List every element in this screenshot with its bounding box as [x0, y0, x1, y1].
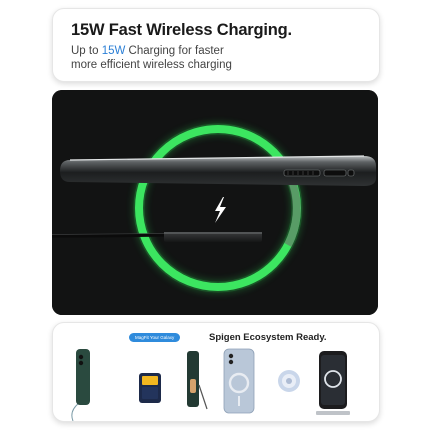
magfit-badge: MagFit Your Galaxy [129, 333, 181, 342]
phone-case-lanyard-icon [71, 349, 90, 421]
magnetic-ring-mount-icon [278, 370, 300, 392]
subtitle-text: Up to [71, 45, 102, 57]
wattage-highlight: 15W [101, 45, 126, 57]
feature-subtitle: Up to 15W Charging for faster more effic… [71, 45, 321, 72]
wireless-charger-phone-icon [316, 351, 350, 415]
subtitle-line-2: more efficient wireless charging [71, 58, 232, 71]
subtitle-text-2: Charging for faster [125, 45, 224, 57]
feature-title: 15W Fast Wireless Charging. [71, 21, 292, 39]
wallet-card-holder-icon [139, 373, 161, 403]
charging-hero-image [52, 90, 378, 315]
ecosystem-products [71, 348, 350, 421]
ecosystem-card: MagFit Your Galaxy Spigen Ecosystem Read… [52, 322, 380, 422]
charging-illustration [52, 90, 378, 315]
magsafe-phone-case-icon [223, 348, 255, 414]
feature-header-card: 15W Fast Wireless Charging. Up to 15W Ch… [52, 8, 380, 82]
kickstand-case-icon [187, 351, 208, 410]
ecosystem-title: Spigen Ecosystem Ready. [209, 332, 327, 343]
phone-side-view [60, 155, 376, 186]
